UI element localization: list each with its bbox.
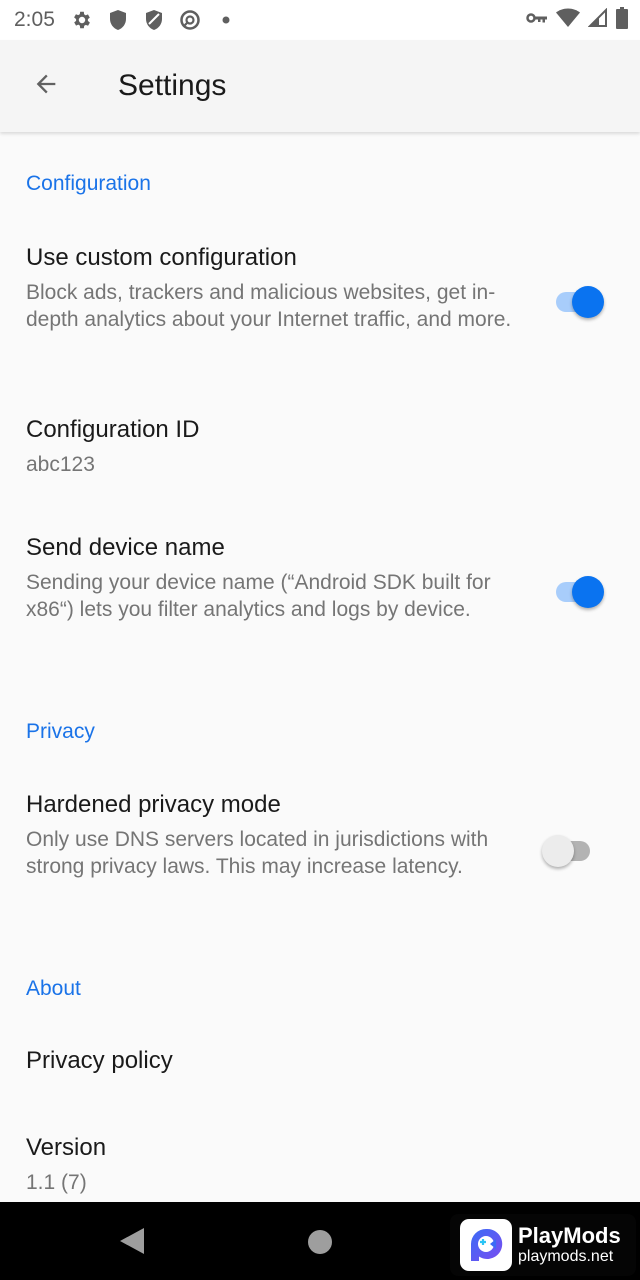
pref-hardened-privacy-mode[interactable]: Hardened privacy mode Only use DNS serve… [0, 779, 640, 929]
pref-use-custom-configuration[interactable]: Use custom configuration Block ads, trac… [0, 232, 640, 382]
no-data-saver-icon [179, 9, 201, 31]
section-header-privacy: Privacy [26, 720, 95, 743]
switch-thumb [542, 835, 574, 867]
pref-summary: Only use DNS servers located in jurisdic… [26, 828, 489, 878]
pref-version[interactable]: Version 1.1 (7) [0, 1122, 640, 1202]
section-header-configuration: Configuration [26, 172, 151, 195]
wifi-icon [556, 8, 580, 33]
pref-summary: abc123 [26, 453, 95, 476]
custom-configuration-switch[interactable] [552, 280, 608, 320]
switch-thumb [572, 286, 604, 318]
gear-icon [71, 9, 93, 31]
section-header-about: About [26, 977, 81, 1000]
pref-summary: Sending your device name (“Android SDK b… [26, 571, 491, 621]
pref-privacy-policy[interactable]: Privacy policy [0, 1032, 640, 1102]
nav-back-icon[interactable] [120, 1228, 144, 1254]
pref-title: Send device name [26, 534, 225, 561]
pref-title: Version [26, 1134, 107, 1161]
switch-thumb [572, 576, 604, 608]
status-time: 2:05 [14, 8, 55, 31]
shield-icon [107, 9, 129, 31]
pref-configuration-id[interactable]: Configuration ID abc123 [0, 404, 640, 504]
pref-title: Hardened privacy mode [26, 791, 281, 818]
navigation-bar: PlayMods playmods.net [0, 1202, 640, 1280]
playmods-logo-icon [460, 1219, 512, 1271]
app-bar: Settings [0, 40, 640, 132]
pref-summary: Block ads, trackers and malicious websit… [26, 281, 512, 331]
back-button[interactable] [18, 58, 74, 114]
dot-icon [215, 9, 237, 31]
page-title: Settings [118, 69, 227, 102]
settings-list: Configuration Use custom configuration B… [0, 132, 640, 1202]
status-bar: 2:05 [0, 0, 640, 40]
vpn-key-icon [526, 11, 548, 30]
watermark-url: playmods.net [518, 1248, 614, 1266]
pref-send-device-name[interactable]: Send device name Sending your device nam… [0, 522, 640, 672]
pref-title: Privacy policy [26, 1047, 173, 1074]
watermark-name: PlayMods [518, 1223, 621, 1249]
pref-summary: 1.1 (7) [26, 1171, 87, 1194]
playmods-watermark: PlayMods playmods.net [450, 1214, 636, 1276]
pref-title: Use custom configuration [26, 244, 297, 271]
pref-title: Configuration ID [26, 416, 200, 443]
shield-striped-icon [143, 9, 165, 31]
battery-icon [616, 6, 628, 34]
arrow-back-icon [32, 70, 60, 103]
nav-home-icon[interactable] [308, 1230, 332, 1254]
send-device-name-switch[interactable] [552, 570, 608, 610]
hardened-privacy-switch[interactable] [542, 829, 598, 869]
cell-signal-icon [587, 7, 608, 33]
